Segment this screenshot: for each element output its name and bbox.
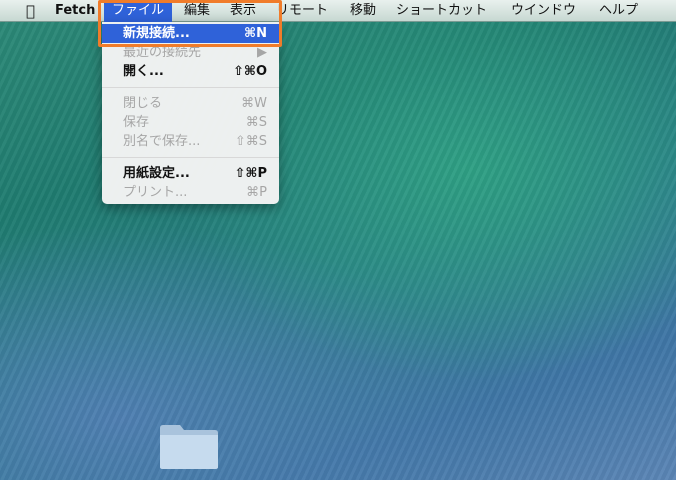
shortcut-label: ⇧⌘O: [232, 64, 267, 79]
app-menu[interactable]: Fetch: [47, 0, 103, 22]
menu-item-new-connection[interactable]: 新規接続... ⌘N: [102, 24, 279, 43]
menu-item-label: 用紙設定...: [123, 166, 190, 181]
menu-item-print[interactable]: プリント... ⌘P: [102, 183, 279, 202]
shortcut-label: ⌘W: [241, 96, 267, 111]
menu-item-open[interactable]: 開く... ⇧⌘O: [102, 62, 279, 81]
menu-window[interactable]: ウインドウ: [503, 0, 584, 22]
menu-shortcuts[interactable]: ショートカット: [388, 0, 495, 22]
folder-icon[interactable]: [158, 422, 220, 470]
menu-separator: [102, 87, 279, 88]
menu-item-label: プリント...: [123, 185, 188, 200]
menu-item-save-as[interactable]: 別名で保存... ⇧⌘S: [102, 132, 279, 151]
menu-bar:  Fetch ファイル 編集 表示 リモート 移動 ショートカット ウインドウ…: [0, 0, 676, 22]
menu-item-save[interactable]: 保存 ⌘S: [102, 113, 279, 132]
apple-menu-icon[interactable]: : [18, 0, 43, 22]
menu-edit[interactable]: 編集: [176, 0, 218, 22]
menu-go[interactable]: 移動: [342, 0, 384, 22]
menu-help[interactable]: ヘルプ: [591, 0, 646, 22]
menu-file[interactable]: ファイル: [104, 0, 173, 22]
menu-view[interactable]: 表示: [222, 0, 264, 22]
menu-item-label: 保存: [123, 115, 150, 130]
menu-item-label: 別名で保存...: [123, 134, 201, 149]
menu-remote[interactable]: リモート: [268, 0, 336, 22]
menu-item-label: 最近の接続先: [123, 45, 202, 60]
shortcut-label: ⌘P: [246, 185, 267, 200]
menu-separator: [102, 157, 279, 158]
file-menu-dropdown: 新規接続... ⌘N 最近の接続先 ▶ 開く... ⇧⌘O 閉じる ⌘W 保存 ⌘S 別名…: [102, 22, 279, 204]
shortcut-label: ⇧⌘P: [234, 166, 267, 181]
menu-item-label: 開く...: [123, 64, 164, 79]
menu-item-label: 閉じる: [123, 96, 163, 111]
menu-item-recent[interactable]: 最近の接続先 ▶: [102, 43, 279, 62]
menu-item-label: 新規接続...: [123, 26, 190, 41]
shortcut-label: ⇧⌘S: [234, 134, 267, 149]
shortcut-label: ⌘N: [244, 26, 267, 41]
submenu-arrow-icon: ▶: [257, 45, 267, 60]
menu-item-close[interactable]: 閉じる ⌘W: [102, 94, 279, 113]
menu-item-page-setup[interactable]: 用紙設定... ⇧⌘P: [102, 164, 279, 183]
shortcut-label: ⌘S: [245, 115, 267, 130]
